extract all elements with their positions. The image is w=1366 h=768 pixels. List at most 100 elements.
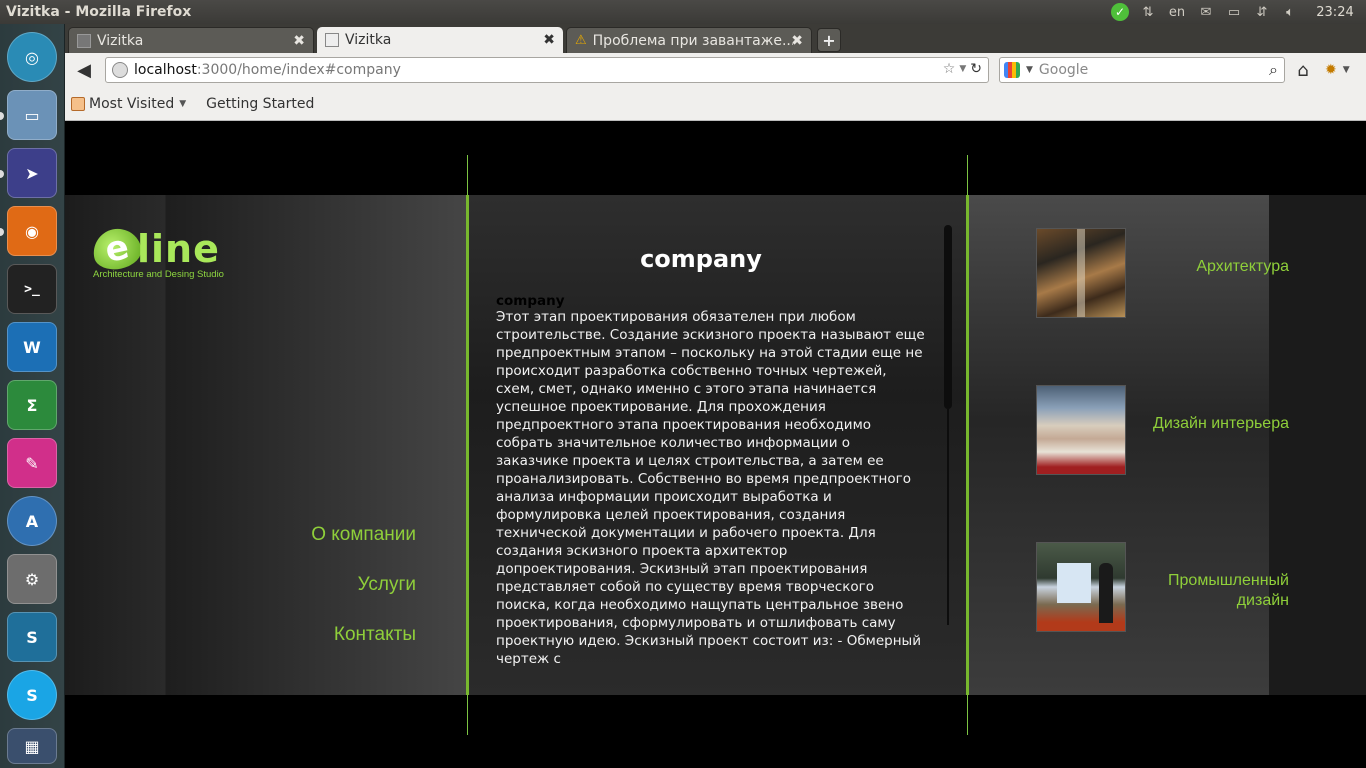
nav-link-contacts[interactable]: Контакты — [334, 624, 416, 646]
draw-button[interactable]: ✎ — [7, 438, 57, 488]
writer-button[interactable]: W — [7, 322, 57, 372]
tab-label: Проблема при завантаже... — [592, 32, 793, 49]
firefox-icon: ◉ — [25, 221, 39, 241]
close-icon[interactable]: ✖ — [293, 33, 305, 49]
content-body: Этот этап проектирования обязателен при … — [496, 309, 925, 667]
addon-button[interactable]: ✹ ▼ — [1325, 59, 1359, 81]
files-button[interactable]: ▭ — [7, 90, 57, 140]
nav-link-architecture[interactable]: Архитектура — [1129, 257, 1289, 277]
industrial-design-thumbnail[interactable] — [1036, 542, 1126, 632]
tab-vizitka-2[interactable]: Vizitka ✖ — [317, 27, 563, 53]
dash-home-button[interactable]: ◎ — [7, 32, 57, 82]
tab-label: Vizitka — [97, 32, 144, 49]
s-swirl-icon: S — [26, 627, 38, 647]
clock[interactable]: 23:24 — [1304, 0, 1366, 24]
person-shape — [1099, 563, 1113, 623]
app-store-icon: A — [25, 511, 39, 531]
transfer-icon[interactable]: ⇵ — [1248, 0, 1276, 24]
writer-icon: W — [23, 337, 41, 357]
pencil-icon: ✎ — [25, 453, 39, 473]
screen-shape — [1057, 563, 1091, 603]
url-host: localhost — [134, 62, 197, 78]
content-article[interactable]: company Этот этап проектирования обязате… — [496, 294, 926, 669]
firefox-button[interactable]: ◉ — [7, 206, 57, 256]
remote-desktop-button[interactable]: ➤ — [7, 148, 57, 198]
content-title: company — [640, 245, 762, 273]
architecture-thumbnail[interactable] — [1036, 228, 1126, 318]
content-scrollbar-thumb[interactable] — [944, 225, 952, 409]
launcher: ◎ ▭ ➤ ◉ >_ W Σ ✎ A ⚙ S S ▦ — [0, 24, 65, 768]
running-indicator — [0, 112, 4, 120]
left-nav: О компании Услуги Контакты — [166, 121, 416, 768]
browser-chrome: Vizitka ✖ Vizitka ✖ ⚠ Проблема при заван… — [65, 24, 1366, 222]
search-placeholder: Google — [1038, 62, 1089, 78]
tab-label: Vizitka — [345, 32, 392, 48]
window-title: Vizitka - Mozilla Firefox — [6, 4, 192, 20]
network-icon[interactable]: ⇅ — [1134, 0, 1162, 24]
web-page: e line Architecture and Desing Studio О … — [65, 121, 1366, 768]
divider-accent — [966, 195, 969, 695]
search-engine-dropdown-icon[interactable]: ▼ — [1026, 65, 1033, 75]
bookmark-label: Most Visited — [89, 95, 175, 112]
nav-link-about[interactable]: О компании — [311, 524, 416, 546]
dropdown-arrow-icon: ▼ — [1342, 65, 1350, 75]
gear-icon: ⚙ — [24, 569, 40, 589]
terminal-icon: >_ — [24, 281, 40, 297]
nav-link-services[interactable]: Услуги — [358, 574, 416, 596]
beam-shape — [1077, 229, 1085, 317]
software-center-button[interactable]: A — [7, 496, 57, 546]
bookmark-most-visited[interactable]: Most Visited ▼ — [71, 96, 186, 112]
volume-icon[interactable]: 🔈︎ — [1276, 0, 1304, 24]
tab-problem[interactable]: ⚠ Проблема при завантаже... ✖ — [566, 27, 812, 53]
mail-icon[interactable]: ✉ — [1192, 0, 1220, 24]
cursor-icon: ➤ — [25, 163, 39, 183]
home-icon: ⌂ — [1297, 59, 1309, 81]
keyboard-layout-indicator[interactable]: en — [1162, 0, 1192, 24]
nav-bar: ◀ localhost:3000/home/index#company ☆ ▼ … — [65, 53, 1366, 87]
tab-vizitka-1[interactable]: Vizitka ✖ — [68, 27, 314, 53]
addon-icon: ✹ — [1325, 62, 1337, 78]
skype-button[interactable]: S — [7, 670, 57, 720]
calc-icon: Σ — [26, 395, 38, 415]
nav-link-interior-design[interactable]: Дизайн интерьера — [1129, 414, 1289, 434]
top-panel: Vizitka - Mozilla Firefox ✓ ⇅ en ✉ ▭ ⇵ 🔈… — [0, 0, 1366, 24]
url-tools: ☆ ▼ ↻ — [943, 61, 982, 77]
google-icon[interactable] — [1004, 62, 1020, 78]
system-settings-button[interactable]: ⚙ — [7, 554, 57, 604]
bookmarks-toolbar: Most Visited ▼ Getting Started — [65, 87, 1366, 222]
warning-icon: ⚠ — [575, 33, 587, 48]
system-tray: ✓ ⇅ en ✉ ▭ ⇵ 🔈︎ 23:24 — [1106, 0, 1366, 24]
search-bar[interactable]: ▼ Google ⌕ — [999, 57, 1285, 83]
content-heading: company — [496, 294, 565, 309]
page-icon — [325, 33, 339, 47]
home-button[interactable]: ⌂ — [1292, 59, 1314, 81]
url-path: :3000/home/index#company — [196, 62, 401, 78]
page-icon — [77, 33, 91, 48]
search-icon[interactable]: ⌕ — [1269, 60, 1278, 80]
back-arrow-icon: ◀ — [77, 59, 91, 81]
battery-icon[interactable]: ▭ — [1220, 0, 1248, 24]
content-scrollbar-track[interactable] — [947, 409, 949, 625]
running-indicator — [0, 228, 4, 236]
new-tab-button[interactable]: + — [817, 28, 841, 52]
app-s-button[interactable]: S — [7, 612, 57, 662]
nav-link-industrial-design[interactable]: Промышленный дизайн — [1129, 571, 1289, 611]
update-indicator[interactable]: ✓ — [1106, 0, 1134, 24]
bookmark-star-icon[interactable]: ☆ — [943, 61, 956, 77]
close-icon[interactable]: ✖ — [543, 32, 555, 48]
workspace-switcher-button[interactable]: ▦ — [7, 728, 57, 764]
url-bar[interactable]: localhost:3000/home/index#company ☆ ▼ ↻ — [105, 57, 989, 83]
reload-icon[interactable]: ↻ — [970, 61, 982, 77]
back-button[interactable]: ◀ — [73, 59, 95, 81]
bookmark-label: Getting Started — [206, 95, 315, 112]
interior-design-thumbnail[interactable] — [1036, 385, 1126, 475]
tab-strip: Vizitka ✖ Vizitka ✖ ⚠ Проблема при заван… — [65, 24, 1366, 53]
terminal-button[interactable]: >_ — [7, 264, 57, 314]
skype-icon: S — [26, 685, 38, 705]
globe-icon — [112, 62, 128, 78]
bookmark-getting-started[interactable]: Getting Started — [130, 95, 315, 222]
calc-button[interactable]: Σ — [7, 380, 57, 430]
close-icon[interactable]: ✖ — [791, 33, 803, 49]
dropdown-arrow-icon[interactable]: ▼ — [959, 64, 966, 74]
folder-icon — [71, 96, 85, 111]
